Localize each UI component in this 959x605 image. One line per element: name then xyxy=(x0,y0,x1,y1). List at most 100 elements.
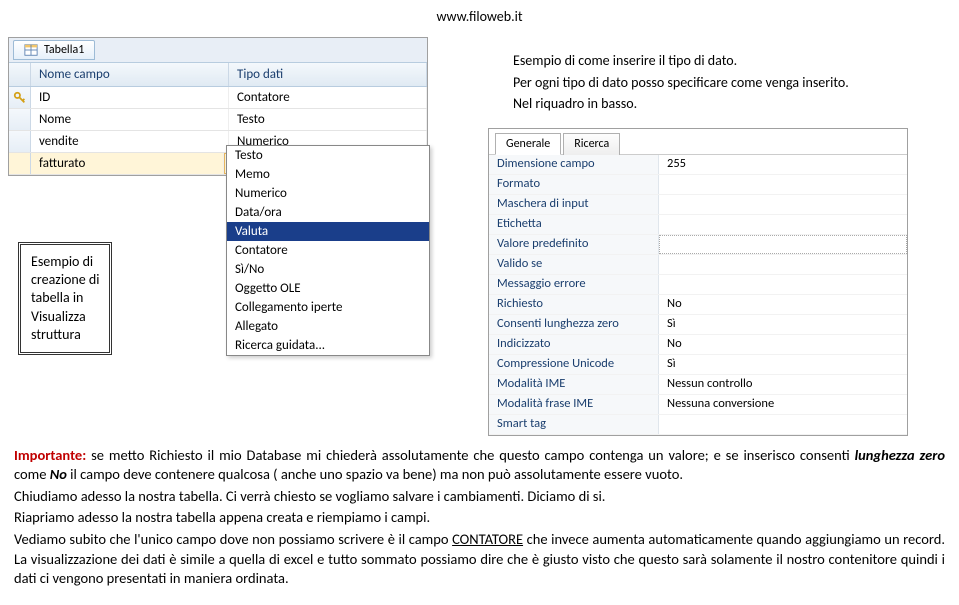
paragraph: Chiudiamo adesso la nostra tabella. Ci v… xyxy=(14,487,945,507)
emphasis: lunghezza zero xyxy=(855,446,945,464)
grid-row[interactable]: ID Contatore xyxy=(9,87,427,109)
prop-row[interactable]: Compressione UnicodeSì xyxy=(489,355,907,375)
prop-row[interactable]: Formato xyxy=(489,175,907,195)
prop-value[interactable] xyxy=(659,255,907,274)
page-header: www.filoweb.it xyxy=(0,0,959,37)
field-name-cell[interactable]: fatturato xyxy=(31,153,224,174)
dropdown-item[interactable]: Oggetto OLE xyxy=(227,279,429,298)
prop-row[interactable]: Modalità IMENessun controllo xyxy=(489,375,907,395)
field-name-cell[interactable]: ID xyxy=(31,87,229,108)
callout-line: creazione di xyxy=(31,271,99,289)
prop-row[interactable]: Maschera di input xyxy=(489,195,907,215)
prop-label: Richiesto xyxy=(489,295,659,314)
field-name-cell[interactable]: Nome xyxy=(31,109,229,130)
text: il campo deve contenere qualcosa ( anche… xyxy=(67,465,683,483)
prop-value[interactable] xyxy=(659,215,907,234)
prop-row[interactable]: Smart tag xyxy=(489,415,907,435)
table-icon xyxy=(24,43,38,57)
prop-tab-general[interactable]: Generale xyxy=(495,133,561,155)
prop-label: Formato xyxy=(489,175,659,194)
prop-label: Modalità frase IME xyxy=(489,395,659,414)
dropdown-item[interactable]: Memo xyxy=(227,165,429,184)
intro-line: Nel riquadro in basso. xyxy=(513,94,951,114)
row-selector[interactable] xyxy=(9,109,31,130)
prop-row[interactable]: Dimensione campo255 xyxy=(489,155,907,175)
prop-label: Valore predefinito xyxy=(489,235,659,254)
prop-value[interactable]: Sì xyxy=(659,355,907,374)
underlined: CONTATORE xyxy=(452,530,523,548)
callout-line: Esempio di xyxy=(31,253,99,271)
callout-box: Esempio di creazione di tabella in Visua… xyxy=(18,242,112,355)
type-dropdown[interactable]: Testo Memo Numerico Data/ora Valuta Cont… xyxy=(226,145,430,356)
row-selector[interactable] xyxy=(9,131,31,152)
prop-label: Indicizzato xyxy=(489,335,659,354)
prop-label: Etichetta xyxy=(489,215,659,234)
emphasis: No xyxy=(50,465,67,483)
prop-label: Dimensione campo xyxy=(489,155,659,174)
paragraph: Riapriamo adesso la nostra tabella appen… xyxy=(14,508,945,528)
prop-row[interactable]: RichiestoNo xyxy=(489,295,907,315)
prop-label: Smart tag xyxy=(489,415,659,434)
designer-tab-label: Tabella1 xyxy=(44,43,84,57)
prop-value[interactable]: 255 xyxy=(659,155,907,174)
prop-row[interactable]: Messaggio errore xyxy=(489,275,907,295)
grid-row[interactable]: Nome Testo xyxy=(9,109,427,131)
prop-label: Maschera di input xyxy=(489,195,659,214)
row-selector[interactable] xyxy=(9,87,31,108)
dropdown-item[interactable]: Collegamento iperte xyxy=(227,298,429,317)
prop-value[interactable] xyxy=(659,195,907,214)
callout-line: struttura xyxy=(31,326,99,344)
prop-label: Messaggio errore xyxy=(489,275,659,294)
prop-label: Compressione Unicode xyxy=(489,355,659,374)
designer-tabbar: Tabella1 xyxy=(9,38,427,63)
intro-line: Esempio di come inserire il tipo di dato… xyxy=(513,51,951,71)
dropdown-item[interactable]: Testo xyxy=(227,146,429,165)
dropdown-item[interactable]: Data/ora xyxy=(227,203,429,222)
row-selector[interactable] xyxy=(9,153,31,174)
top-section: Tabella1 Nome campo Tipo dati ID Contato… xyxy=(0,37,959,436)
dropdown-item[interactable]: Sì/No xyxy=(227,260,429,279)
prop-row[interactable]: Valore predefinito xyxy=(489,235,907,255)
text: Vediamo subito che l'unico campo dove no… xyxy=(14,530,452,548)
text: come xyxy=(14,465,50,483)
prop-value[interactable] xyxy=(659,235,907,254)
intro-line: Per ogni tipo di dato posso specificare … xyxy=(513,73,951,93)
prop-label: Consenti lunghezza zero xyxy=(489,315,659,334)
text: se metto Richiesto il mio Database mi ch… xyxy=(86,446,854,464)
prop-row[interactable]: Consenti lunghezza zeroSì xyxy=(489,315,907,335)
prop-tab-search[interactable]: Ricerca xyxy=(563,133,620,155)
prop-tabs: Generale Ricerca xyxy=(489,129,907,155)
prop-value[interactable]: Nessuna conversione xyxy=(659,395,907,414)
prop-value[interactable]: No xyxy=(659,295,907,314)
col-header-type[interactable]: Tipo dati xyxy=(229,63,427,86)
row-selector-header xyxy=(9,63,31,86)
prop-value[interactable]: No xyxy=(659,335,907,354)
field-type-cell[interactable]: Testo xyxy=(229,109,427,130)
dropdown-item[interactable]: Numerico xyxy=(227,184,429,203)
important-label: Importante: xyxy=(14,446,86,464)
prop-value[interactable]: Sì xyxy=(659,315,907,334)
prop-row[interactable]: Etichetta xyxy=(489,215,907,235)
primary-key-icon xyxy=(13,91,27,105)
prop-value[interactable]: Nessun controllo xyxy=(659,375,907,394)
prop-row[interactable]: Modalità frase IMENessuna conversione xyxy=(489,395,907,415)
prop-row[interactable]: IndicizzatoNo xyxy=(489,335,907,355)
designer-tab[interactable]: Tabella1 xyxy=(13,40,95,60)
prop-label: Modalità IME xyxy=(489,375,659,394)
callout-line: Visualizza xyxy=(31,308,99,326)
field-type-cell[interactable]: Contatore xyxy=(229,87,427,108)
field-name-cell[interactable]: vendite xyxy=(31,131,229,152)
dropdown-item-selected[interactable]: Valuta xyxy=(227,222,429,241)
dropdown-item[interactable]: Contatore xyxy=(227,241,429,260)
prop-label: Valido se xyxy=(489,255,659,274)
dropdown-item[interactable]: Ricerca guidata... xyxy=(227,336,429,355)
dropdown-item[interactable]: Allegato xyxy=(227,317,429,336)
prop-value[interactable] xyxy=(659,175,907,194)
prop-value[interactable] xyxy=(659,275,907,294)
body-text: Importante: se metto Richiesto il mio Da… xyxy=(0,436,959,605)
callout-line: tabella in xyxy=(31,289,99,307)
col-header-name[interactable]: Nome campo xyxy=(31,63,229,86)
paragraph: Vediamo subito che l'unico campo dove no… xyxy=(14,530,945,589)
prop-value[interactable] xyxy=(659,415,907,434)
prop-row[interactable]: Valido se xyxy=(489,255,907,275)
